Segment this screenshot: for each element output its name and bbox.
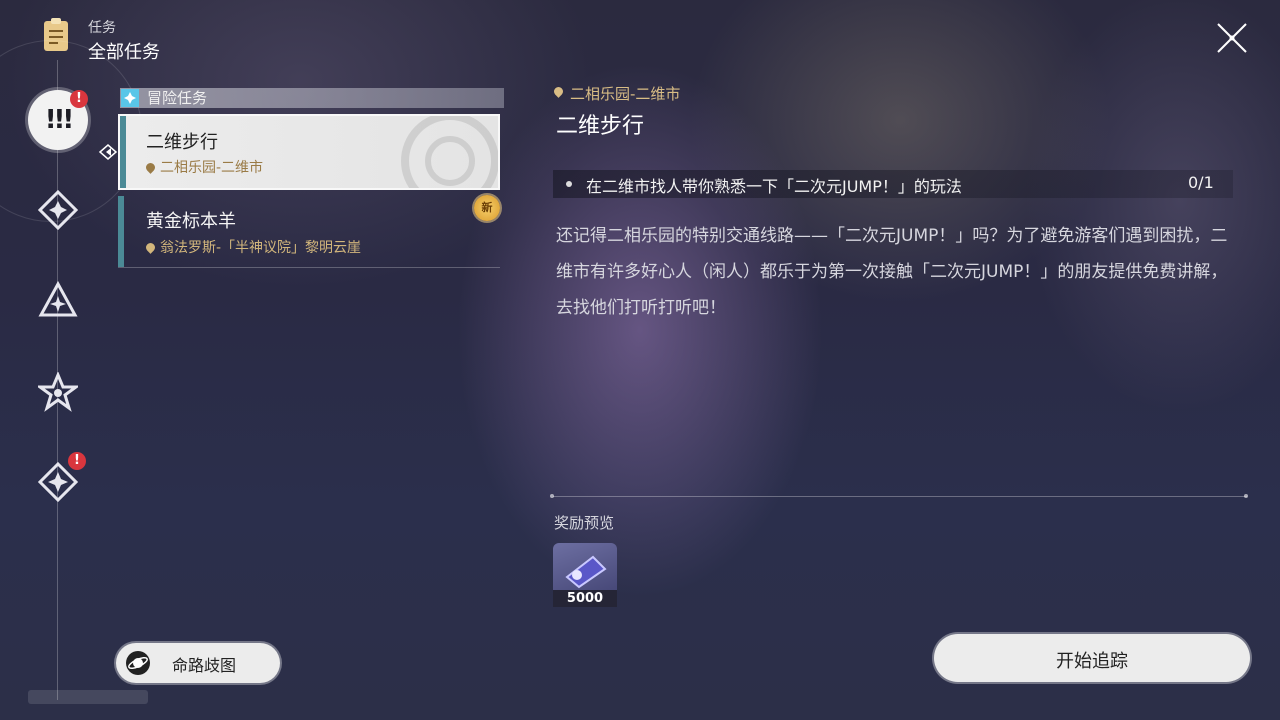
close-icon[interactable]: [1214, 20, 1250, 56]
divider: [553, 496, 1247, 497]
objective-text: 在二维市找人带你熟悉一下「二次元JUMP！」的玩法: [586, 177, 962, 196]
reward-label: 奖励预览: [554, 514, 615, 532]
alert-badge: !: [68, 452, 86, 470]
start-tracking-label: 开始追踪: [1056, 651, 1128, 672]
new-badge: 新: [474, 195, 500, 221]
detail-title: 二维步行: [556, 114, 645, 139]
category-3-button[interactable]: [34, 277, 82, 325]
objective-bullet: [566, 181, 572, 187]
header-section: 任务: [88, 20, 116, 36]
quest-location: 二相乐园-二维市: [144, 157, 263, 177]
divider-dot: [550, 494, 554, 498]
exclamation-icon: !!!: [44, 105, 75, 135]
reward-quantity: 5000: [553, 590, 617, 607]
section-diamond-icon: [121, 89, 139, 107]
quest-description: 还记得二相乐园的特别交通线路——「二次元JUMP！」吗？为了避免游客们遇到困扰，…: [556, 226, 1228, 318]
location-pin-icon: [552, 85, 565, 98]
category-4-button[interactable]: [34, 368, 82, 416]
uid-placeholder: [28, 690, 148, 704]
divider-dot: [1244, 494, 1248, 498]
location-pin-icon: [144, 161, 157, 174]
triangle-star-icon: [38, 281, 78, 317]
star-icon: [38, 372, 78, 412]
quest-location: 翁法罗斯-「半神议院」黎明云崖: [144, 237, 361, 257]
emblem-decoration: [401, 116, 498, 188]
objective-progress: 0/1: [1188, 173, 1214, 192]
path-map-label: 命路歧图: [172, 656, 237, 675]
location-pin-icon: [144, 241, 157, 254]
diamond-star-icon: [38, 190, 78, 230]
planet-icon: [126, 651, 150, 675]
alert-badge: !: [70, 90, 88, 108]
section-label: 冒险任务: [147, 89, 208, 107]
quest-title: 黄金标本羊: [146, 211, 236, 232]
selection-arrow-icon: [98, 144, 118, 160]
category-2-button[interactable]: [34, 186, 82, 234]
credit-ticket-icon: [565, 555, 607, 589]
quest-title: 二维步行: [146, 132, 218, 153]
detail-location: 二相乐园-二维市: [552, 83, 680, 104]
